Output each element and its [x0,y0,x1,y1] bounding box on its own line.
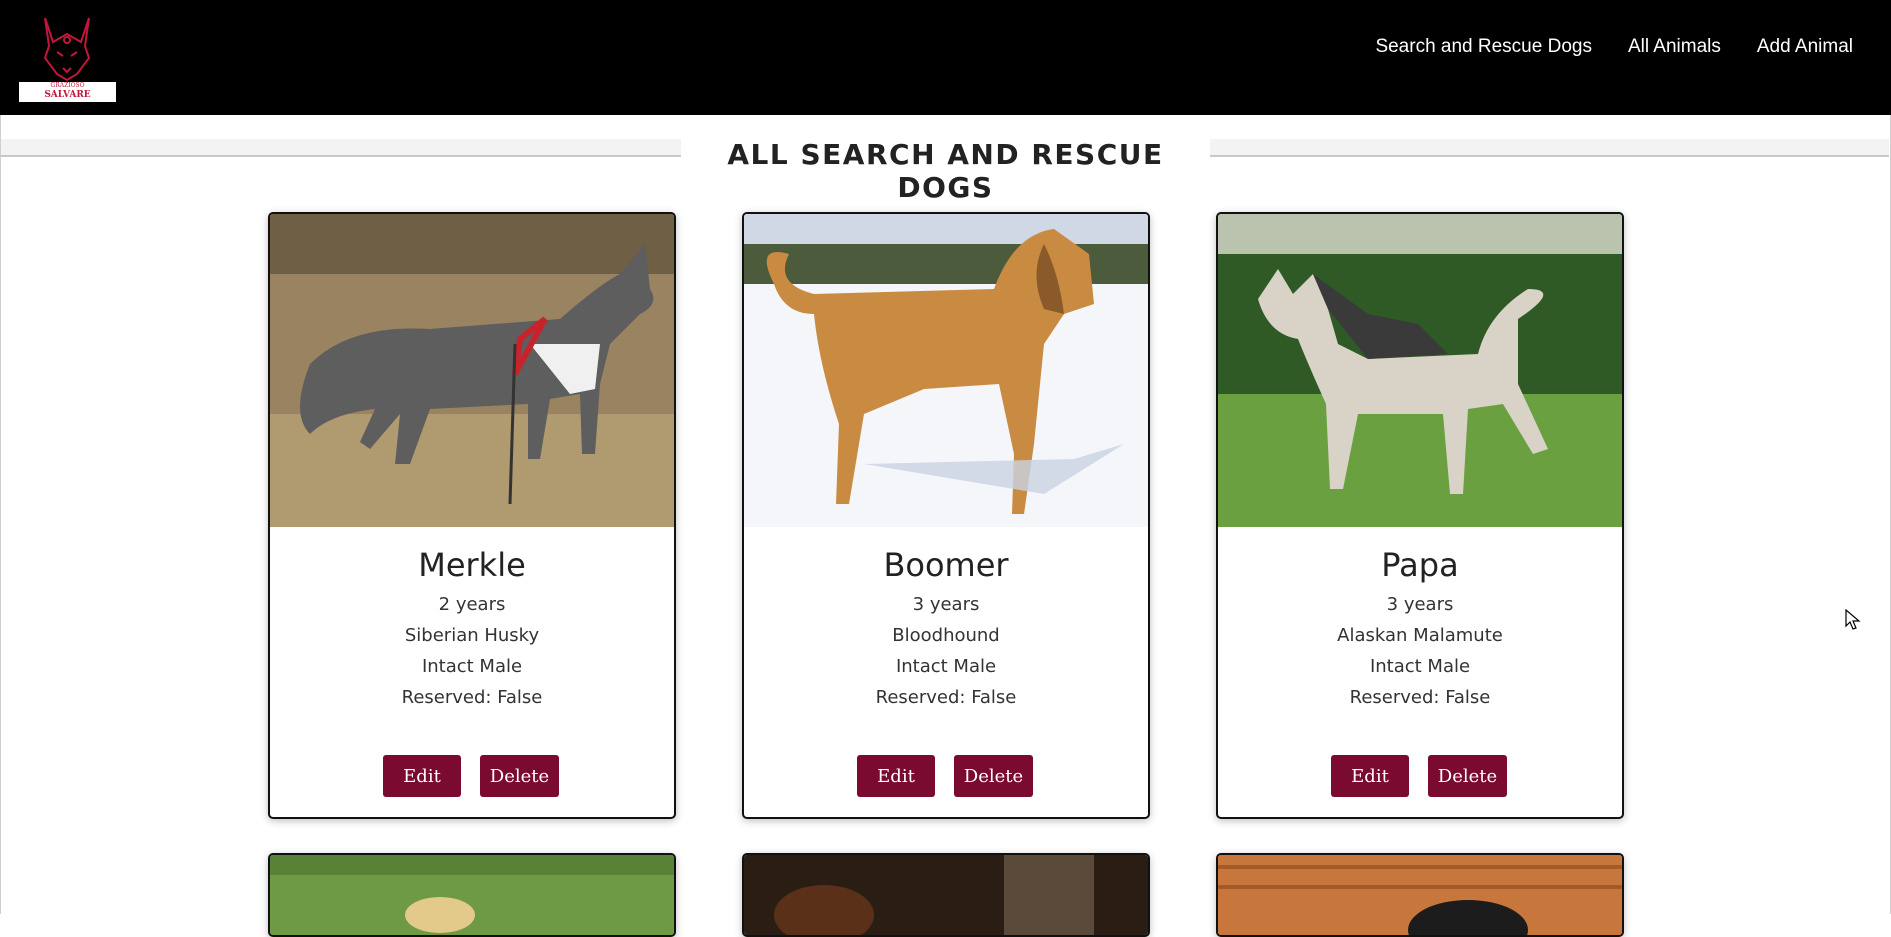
dog-breed: Siberian Husky [404,625,540,646]
dog-card-partial [742,853,1150,937]
page-title: ALL SEARCH AND RESCUE DOGS [727,138,1164,204]
edit-button[interactable]: Edit [383,755,461,797]
dog-card-partial [268,853,676,937]
dog-card-partial [1216,853,1624,937]
logo-line-2: SALVARE [44,90,91,100]
dog-reserved: Reserved: False [875,687,1017,708]
delete-button[interactable]: Delete [1428,755,1507,797]
edit-button[interactable]: Edit [857,755,935,797]
dog-name: Papa [1381,546,1459,584]
dog-sex: Intact Male [421,656,523,677]
main-nav: Search and Rescue Dogs All Animals Add A… [1375,36,1853,58]
nav-search-and-rescue-dogs[interactable]: Search and Rescue Dogs [1375,36,1592,58]
dog-photo-husky [270,214,674,527]
dog-age: 3 years [912,594,980,615]
edit-button[interactable]: Edit [1331,755,1409,797]
dog-photo-partial [744,855,1148,935]
mouse-pointer-icon [1845,609,1861,630]
dog-reserved: Reserved: False [401,687,543,708]
dog-name: Boomer [883,546,1009,584]
dog-age: 2 years [438,594,506,615]
dog-photo-partial [1218,855,1622,935]
dog-breed: Alaskan Malamute [1337,625,1503,646]
dog-breed: Bloodhound [892,625,1000,646]
dog-reserved: Reserved: False [1349,687,1491,708]
top-navbar: GRAZIOSO SALVARE Search and Rescue Dogs … [0,0,1891,115]
grazioso-salvare-logo[interactable]: GRAZIOSO SALVARE [19,12,116,102]
logo-line-1: GRAZIOSO [50,82,85,89]
dog-head-logo-icon [43,17,91,82]
dog-photo-malamute [1218,214,1622,527]
nav-all-animals[interactable]: All Animals [1628,36,1721,58]
dog-card-merkle: Merkle 2 years Siberian Husky Intact Mal… [268,212,676,819]
delete-button[interactable]: Delete [954,755,1033,797]
dog-name: Merkle [418,546,526,584]
dog-card-papa: Papa 3 years Alaskan Malamute Intact Mal… [1216,212,1624,819]
nav-add-animal[interactable]: Add Animal [1757,36,1853,58]
dog-photo-partial [270,855,674,935]
dog-age: 3 years [1386,594,1454,615]
dog-card-boomer: Boomer 3 years Bloodhound Intact Male Re… [742,212,1150,819]
dog-sex: Intact Male [895,656,997,677]
delete-button[interactable]: Delete [480,755,559,797]
dog-sex: Intact Male [1369,656,1471,677]
dog-photo-bloodhound [744,214,1148,527]
